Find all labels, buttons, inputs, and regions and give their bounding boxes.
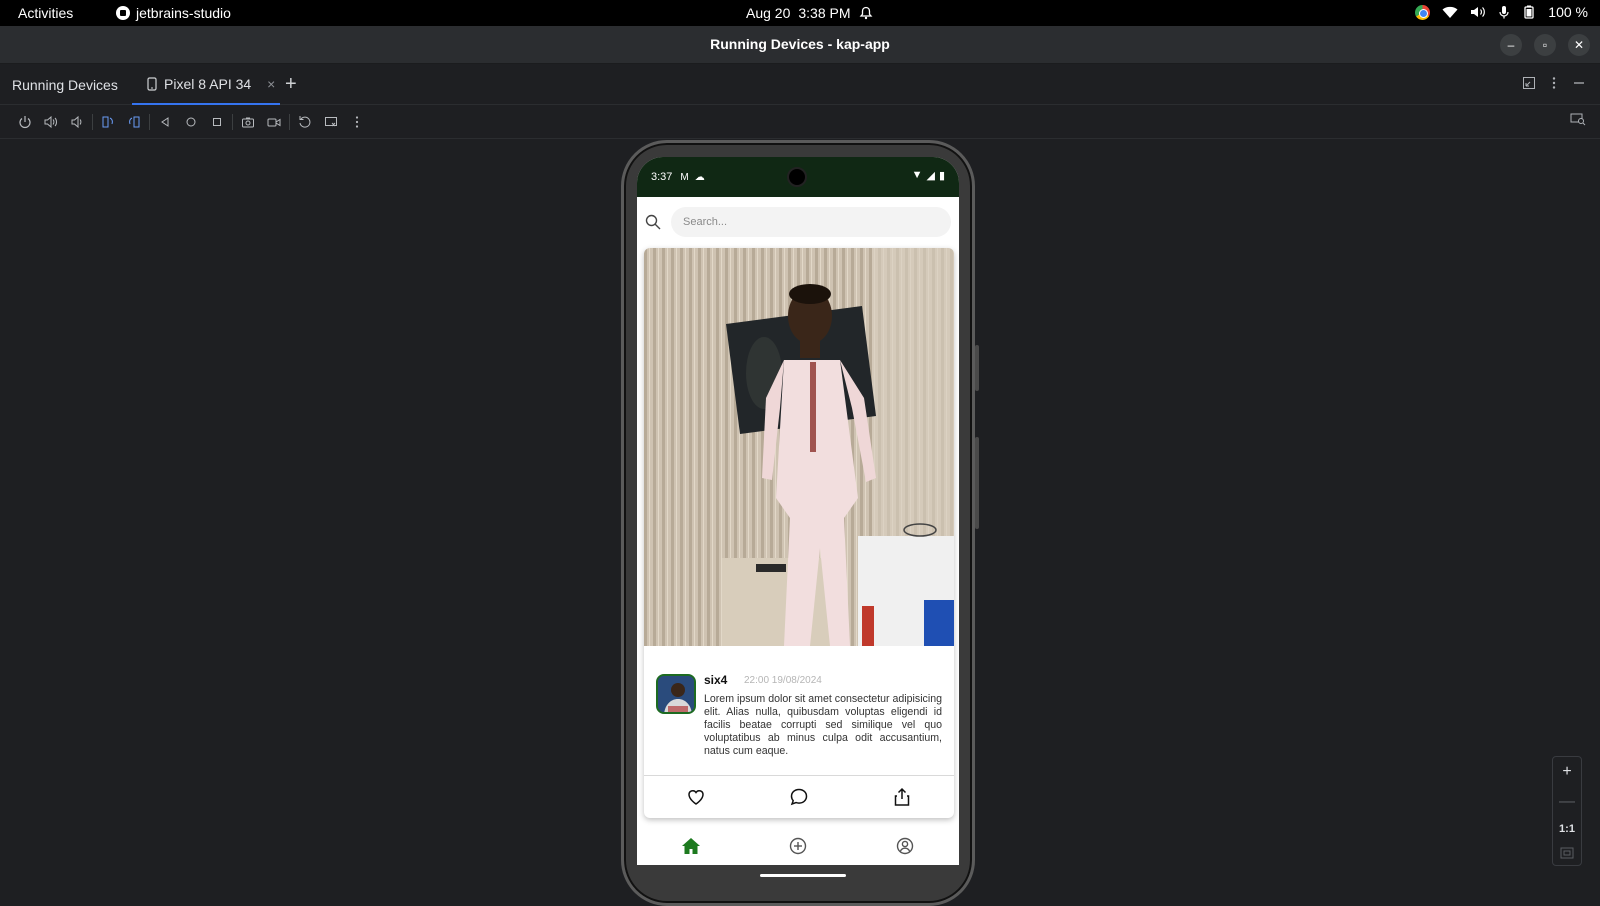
zoom-controls: + — 1:1 (1552, 756, 1582, 866)
post-username[interactable]: six4 (704, 673, 727, 687)
volume-icon (1471, 7, 1486, 17)
app-menu[interactable]: jetbrains-studio (116, 5, 231, 21)
post-meta: six4 22:00 19/08/2024 Lorem ipsum dolor … (644, 646, 954, 776)
screenshot-icon[interactable] (235, 110, 261, 134)
comment-icon[interactable] (788, 786, 810, 808)
reset-icon[interactable] (292, 110, 318, 134)
app-icon (116, 6, 130, 20)
rotate-right-icon[interactable] (121, 110, 147, 134)
screen-record-icon[interactable] (261, 110, 287, 134)
toolbar-separator (289, 113, 290, 130)
app-name: jetbrains-studio (136, 5, 231, 21)
device-screen[interactable]: 3:37 M ☁ ▼ ◢ ▮ Search... six4 22:00 19/0… (637, 157, 959, 865)
wifi-icon: ▼ (911, 169, 923, 181)
status-right-icons: ▼ ◢ ▮ (912, 169, 945, 182)
power-icon[interactable] (12, 110, 38, 134)
profile-icon[interactable] (894, 835, 916, 857)
toolbar-separator (92, 113, 93, 130)
battery-percent: 100 % (1548, 4, 1588, 20)
device-mirroring-icon[interactable] (1570, 112, 1586, 129)
rotate-left-icon[interactable] (95, 110, 121, 134)
power-side-button (975, 345, 979, 391)
post-card: six4 22:00 19/08/2024 Lorem ipsum dolor … (644, 248, 954, 818)
avatar[interactable] (656, 674, 696, 714)
minimize-button[interactable]: – (1500, 34, 1522, 56)
tool-window-actions (1522, 76, 1586, 90)
back-icon[interactable] (152, 110, 178, 134)
search-bar (637, 197, 959, 247)
toolbar-separator (232, 113, 233, 130)
options-icon[interactable] (1552, 76, 1556, 90)
notification-icons: M ☁ (680, 172, 704, 183)
overview-icon[interactable] (204, 110, 230, 134)
volume-side-button (975, 437, 979, 529)
close-window-button[interactable]: ✕ (1568, 34, 1590, 56)
device-icon (147, 76, 157, 91)
post-timestamp: 22:00 19/08/2024 (744, 675, 822, 686)
home-icon[interactable] (178, 110, 204, 134)
microphone-icon (1499, 6, 1509, 19)
time-text: 3:38 PM (798, 5, 851, 21)
post-body: Lorem ipsum dolor sit amet consectetur a… (704, 693, 942, 757)
close-tab-icon[interactable]: × (267, 76, 275, 92)
tab-pixel-8[interactable]: Pixel 8 API 34 × (132, 64, 280, 105)
window-title-bar: Running Devices - kap-app – ▫ ✕ (0, 26, 1600, 64)
post-actions (644, 776, 954, 818)
maximize-button[interactable]: ▫ (1534, 34, 1556, 56)
gesture-bar[interactable] (760, 874, 846, 877)
hide-icon[interactable] (1572, 76, 1586, 90)
clock[interactable]: Aug 20 3:38 PM (746, 5, 873, 21)
zoom-actual-size-button[interactable]: 1:1 (1559, 823, 1575, 835)
window-title: Running Devices - kap-app (710, 36, 890, 52)
share-icon[interactable] (891, 786, 913, 808)
tab-label: Pixel 8 API 34 (164, 75, 252, 92)
tool-window-title: Running Devices (12, 77, 118, 93)
search-input[interactable] (671, 207, 951, 237)
android-status-bar: 3:37 M ☁ ▼ ◢ ▮ (637, 157, 959, 197)
window-controls: – ▫ ✕ (1500, 34, 1590, 56)
activities-button[interactable]: Activities (18, 5, 73, 21)
zoom-in-icon[interactable]: + (1562, 763, 1571, 781)
snapshot-icon[interactable] (318, 110, 344, 134)
bottom-navigation (637, 827, 959, 865)
gmail-icon: M (680, 171, 689, 183)
battery-icon: ▮ (938, 170, 945, 182)
search-icon[interactable] (645, 214, 661, 230)
zoom-fit-icon[interactable] (1560, 847, 1574, 859)
system-top-bar: Activities jetbrains-studio Aug 20 3:38 … (0, 0, 1600, 26)
bell-icon (859, 6, 872, 20)
volume-up-icon[interactable] (38, 110, 64, 134)
add-post-icon[interactable] (787, 835, 809, 857)
more-icon[interactable] (344, 110, 370, 134)
tool-window-header: Running Devices Pixel 8 API 34 × + (0, 64, 1600, 105)
emulator-toolbar (0, 105, 1600, 139)
wifi-icon (1442, 6, 1458, 18)
zoom-out-icon[interactable]: — (1559, 793, 1575, 811)
battery-icon (1524, 5, 1534, 19)
volume-down-icon[interactable] (64, 110, 90, 134)
signal-icon: ◢ (926, 170, 935, 182)
date-text: Aug 20 (746, 5, 791, 21)
post-image[interactable] (644, 248, 954, 646)
heart-icon[interactable] (685, 786, 707, 808)
status-time: 3:37 (651, 171, 673, 183)
toolbar-separator (149, 113, 150, 130)
add-tab-icon[interactable]: + (285, 73, 297, 96)
chrome-icon[interactable] (1415, 4, 1431, 20)
system-tray[interactable]: 100 % (1415, 4, 1588, 20)
front-camera (787, 167, 807, 187)
home-nav-icon[interactable] (680, 835, 702, 857)
restore-layout-icon[interactable] (1522, 76, 1536, 90)
cloud-icon: ☁ (694, 171, 705, 183)
